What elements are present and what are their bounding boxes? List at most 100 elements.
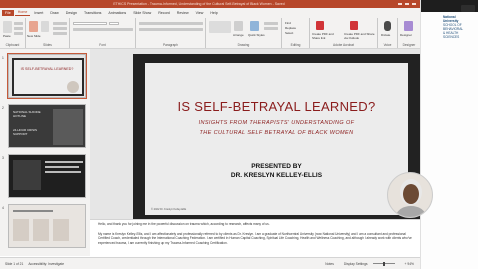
tab-draw[interactable]: Draw <box>47 10 61 16</box>
slide-thumbnail-2[interactable]: NATIONAL SUICIDE HOTLINE 24-HOUR CRISIS … <box>8 104 86 148</box>
slide-presenter-name[interactable]: DR. KRESLYN KELLEY-ELLIS <box>145 172 408 179</box>
presenter-video <box>387 172 433 218</box>
arrange-icon[interactable] <box>234 21 243 31</box>
slide-thumbnail-3[interactable] <box>8 154 86 198</box>
current-slide[interactable]: IS SELF-BETRAYAL LEARNED? INSIGHTS FROM … <box>133 54 420 224</box>
notes-line1: Hello, and thank you for joining me in t… <box>98 222 270 226</box>
ribbon: Paste Clipboard New Slide Slides Font Pa… <box>0 17 420 49</box>
zoom-slider-knob[interactable] <box>382 261 385 266</box>
tab-slide-show[interactable]: Slide Show <box>130 10 154 16</box>
title-bar: ETHICS Presentation - Trauma-Informed, U… <box>0 0 420 8</box>
group-adobe: Create PDF and Share link Create PDF and… <box>310 18 378 48</box>
reset-icon[interactable] <box>53 27 67 30</box>
group-clipboard: Paste Clipboard <box>0 18 26 48</box>
create-pdf-email-icon[interactable] <box>350 21 358 30</box>
minimize-icon[interactable] <box>398 3 402 5</box>
powerpoint-window: ETHICS Presentation - Trauma-Informed, U… <box>0 0 478 269</box>
microphone-icon[interactable] <box>384 21 391 31</box>
cut-icon[interactable] <box>14 22 23 25</box>
group-label: Clipboard <box>5 43 20 47</box>
group-designer: Designer Designer <box>398 18 420 48</box>
slide-title[interactable]: IS SELF-BETRAYAL LEARNED? <box>145 99 408 114</box>
find-label[interactable]: Find <box>285 21 291 25</box>
thumb-title: IS SELF-BETRAYAL LEARNED? <box>20 67 74 71</box>
display-settings[interactable]: Display Settings <box>344 262 368 266</box>
designer-icon[interactable] <box>404 21 413 31</box>
list-controls[interactable] <box>139 22 203 25</box>
create-pdf-icon[interactable] <box>316 21 324 30</box>
replace-label[interactable]: Replace <box>285 26 296 30</box>
font-formatting-row[interactable] <box>73 28 133 31</box>
zoom-slider[interactable] <box>372 261 395 266</box>
tab-help[interactable]: Help <box>207 10 220 16</box>
quick-styles-label: Quick Styles <box>248 33 265 37</box>
group-voice: Dictate Voice <box>378 18 398 48</box>
thumb-image <box>33 219 49 241</box>
section-icon[interactable] <box>53 32 67 35</box>
thumb-number: 4 <box>2 206 4 210</box>
font-name-input[interactable] <box>73 22 107 25</box>
reuse-slides-icon[interactable] <box>41 21 49 32</box>
new-slide-label: New Slide <box>27 34 41 38</box>
slide-counter: Slide 1 of 21 <box>5 261 24 266</box>
status-bar: Slide 1 of 21 Accessibility: Investigate… <box>0 257 420 269</box>
slide-subtitle-line2[interactable]: THE CULTURAL SELF BETRAYAL OF BLACK WOME… <box>145 130 408 136</box>
close-icon[interactable] <box>412 3 416 5</box>
slide-subtitle-line1[interactable]: INSIGHTS FROM THERAPISTS' UNDERSTANDING … <box>145 120 408 126</box>
thumb-number: 2 <box>2 106 4 110</box>
copy-icon[interactable] <box>14 27 23 30</box>
thumb-number: 3 <box>2 156 4 160</box>
select-label[interactable]: Select <box>285 31 293 35</box>
tab-design[interactable]: Design <box>63 10 80 16</box>
font-size-input[interactable] <box>109 22 119 25</box>
group-slides: New Slide Slides <box>26 18 70 48</box>
thumb-number: 1 <box>2 56 4 60</box>
thumb-image <box>13 219 29 241</box>
tab-transitions[interactable]: Transitions <box>81 10 104 16</box>
group-editing: Find Replace Select Editing <box>282 18 310 48</box>
thumb-text-line <box>45 161 83 163</box>
group-paragraph: Paragraph <box>136 18 206 48</box>
group-label: Adobe Acrobat <box>333 43 354 47</box>
zoom-level[interactable]: + 94% <box>405 262 414 266</box>
accessibility-status[interactable]: Accessibility: Investigate <box>28 262 64 266</box>
slide-presented-by[interactable]: PRESENTED BY <box>145 163 408 170</box>
designer-label: Designer <box>400 33 413 37</box>
alignment-controls[interactable] <box>139 28 203 31</box>
webinar-side-panel: National University SCHOOL OF BEHAVIORAL… <box>420 0 478 269</box>
notes-toggle[interactable]: Notes <box>325 262 334 266</box>
tab-record[interactable]: Record <box>155 10 173 16</box>
university-logo: National University SCHOOL OF BEHAVIORAL… <box>443 15 477 39</box>
tab-insert[interactable]: Insert <box>31 10 46 16</box>
layout-icon[interactable] <box>53 22 67 25</box>
group-label: Paragraph <box>163 43 178 47</box>
shape-fill-icon[interactable] <box>264 22 278 25</box>
speaker-notes[interactable]: Hello, and thank you for joining me in t… <box>90 219 420 257</box>
tab-file[interactable]: File <box>2 9 14 16</box>
shape-outline-icon[interactable] <box>264 27 278 30</box>
paste-icon[interactable] <box>3 21 12 33</box>
group-label: Editing <box>290 43 301 47</box>
logo-line6: SCIENCES <box>443 35 460 39</box>
tab-review[interactable]: Review <box>174 10 192 16</box>
shapes-gallery[interactable] <box>209 21 231 33</box>
slide-thumbnail-pane: 1 IS SELF-BETRAYAL LEARNED? 2 NATIONAL S… <box>0 49 90 256</box>
tab-home[interactable]: Home <box>14 9 31 16</box>
thumb-image <box>53 109 83 145</box>
quick-styles-icon[interactable] <box>250 21 259 31</box>
thumb-photo <box>67 81 79 93</box>
slide-thumbnail-4[interactable] <box>8 204 86 248</box>
slide-thumbnail-1[interactable]: IS SELF-BETRAYAL LEARNED? <box>7 53 87 99</box>
status-right: Notes Display Settings + 94% <box>320 261 414 266</box>
new-slide-icon[interactable] <box>29 21 38 32</box>
slide-content-frame: IS SELF-BETRAYAL LEARNED? INSIGHTS FROM … <box>145 63 408 215</box>
tab-animations[interactable]: Animations <box>105 10 129 16</box>
group-drawing: Arrange Quick Styles Drawing <box>206 18 282 48</box>
maximize-icon[interactable] <box>405 3 409 5</box>
window-title: ETHICS Presentation - Trauma-Informed, U… <box>113 2 285 6</box>
arrange-label: Arrange <box>233 33 244 37</box>
slide-editor: IS SELF-BETRAYAL LEARNED? INSIGHTS FROM … <box>90 49 420 224</box>
ribbon-tabs: File Home Insert Draw Design Transitions… <box>0 8 420 17</box>
tab-view[interactable]: View <box>193 10 207 16</box>
format-painter-icon[interactable] <box>14 32 23 35</box>
